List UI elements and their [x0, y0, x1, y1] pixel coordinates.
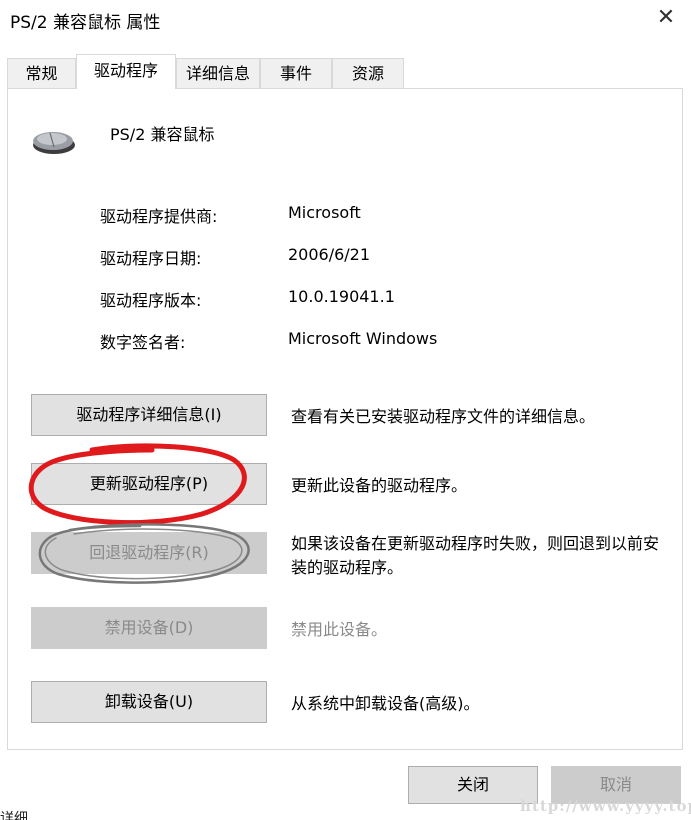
tab-resources[interactable]: 资源	[332, 58, 404, 88]
background-text: 详细	[0, 811, 28, 820]
signer-label: 数字签名者:	[100, 333, 186, 352]
disable-device-desc: 禁用此设备。	[291, 620, 388, 639]
provider-label: 驱动程序提供商:	[100, 207, 218, 226]
watermark: http://www.yyyy.top	[520, 797, 691, 815]
close-button[interactable]: 关闭	[408, 766, 538, 804]
provider-value: Microsoft	[288, 203, 361, 222]
tab-events[interactable]: 事件	[260, 58, 332, 88]
title-bar: PS/2 兼容鼠标 属性 ✕	[0, 0, 691, 40]
update-driver-desc: 更新此设备的驱动程序。	[291, 476, 468, 495]
tab-strip: 常规 驱动程序 详细信息 事件 资源	[0, 54, 691, 89]
version-value: 10.0.19041.1	[288, 287, 395, 306]
uninstall-device-desc: 从系统中卸载设备(高级)。	[291, 694, 480, 713]
driver-details-desc: 查看有关已安装驱动程序文件的详细信息。	[291, 407, 596, 426]
mouse-icon	[33, 132, 75, 154]
uninstall-device-button[interactable]: 卸载设备(U)	[31, 681, 267, 723]
version-label: 驱动程序版本:	[100, 291, 202, 310]
device-name: PS/2 兼容鼠标	[110, 125, 215, 144]
tab-driver[interactable]: 驱动程序	[76, 54, 176, 89]
close-icon[interactable]: ✕	[652, 4, 680, 32]
tab-details[interactable]: 详细信息	[176, 58, 260, 88]
update-driver-button[interactable]: 更新驱动程序(P)	[31, 463, 267, 505]
disable-device-button: 禁用设备(D)	[31, 607, 267, 649]
signer-value: Microsoft Windows	[288, 329, 438, 348]
window-title: PS/2 兼容鼠标 属性	[10, 13, 161, 33]
rollback-driver-desc: 如果该设备在更新驱动程序时失败，则回退到以前安装的驱动程序。	[291, 534, 660, 577]
date-label: 驱动程序日期:	[100, 249, 202, 268]
rollback-driver-button: 回退驱动程序(R)	[31, 532, 267, 574]
tab-general[interactable]: 常规	[7, 58, 76, 88]
driver-details-button[interactable]: 驱动程序详细信息(I)	[31, 394, 267, 436]
date-value: 2006/6/21	[288, 245, 371, 264]
